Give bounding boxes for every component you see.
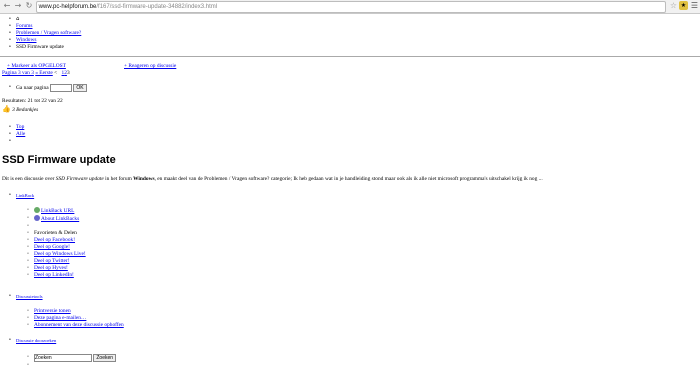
search-button[interactable]: Zoeken xyxy=(93,354,117,362)
share-windows-live-link[interactable]: Deel op Windows Live! xyxy=(34,251,86,257)
share-hyves-link[interactable]: Deel op Hyves! xyxy=(34,265,68,271)
back-arrow-icon[interactable]: ← xyxy=(2,1,12,11)
share-twitter-link[interactable]: Deel op Twitter! xyxy=(34,258,69,264)
page-of-link[interactable]: Pagina 3 van 3 xyxy=(2,70,34,76)
email-page-link[interactable]: Deze pagina e-mailen… xyxy=(34,315,86,321)
forward-arrow-icon[interactable]: → xyxy=(13,1,23,11)
extension-icon[interactable]: ★ xyxy=(679,1,688,10)
page-title: SSD Firmware update xyxy=(2,154,116,166)
results-count: Resultaten: 21 tot 22 van 22 xyxy=(2,98,63,104)
url-host: www.pc-helpforum.be xyxy=(38,4,97,10)
address-bar[interactable]: www.pc-helpforum.be/f167/ssd-firmware-up… xyxy=(36,1,666,13)
breadcrumb-windows[interactable]: Windows xyxy=(16,37,36,43)
thanks-label: 3 Bedankjes xyxy=(12,107,39,113)
intro-suffix: , en maakt deel van de Problemen / Vrage… xyxy=(154,176,543,182)
about-linkbacks-link[interactable]: About LinkBacks xyxy=(41,216,79,222)
respond-link[interactable]: + Reageren op discussie xyxy=(124,63,176,70)
prev-page-link[interactable]: < xyxy=(54,70,57,76)
pagination: Pagina 3 van 3 « Eerste < 123 xyxy=(2,70,70,77)
mark-solved-link[interactable]: + Markeer als OPGELOST xyxy=(7,63,66,70)
breadcrumb-forums[interactable]: Forums xyxy=(16,23,32,29)
share-linkedin-link[interactable]: Deel op LinkedIn! xyxy=(34,272,74,278)
print-version-link[interactable]: Printversie tonen xyxy=(34,308,71,314)
first-page-link[interactable]: « Eerste xyxy=(35,70,53,76)
bookmark-star-icon[interactable]: ☆ xyxy=(670,1,677,11)
discussion-tools-heading[interactable]: Discussietools xyxy=(16,294,43,299)
share-facebook-link[interactable]: Deel op Facebook! xyxy=(34,237,75,243)
page-current-3: 3 xyxy=(66,70,70,76)
linkback-section: LinkBack xyxy=(0,192,34,200)
browser-toolbar: ← → ↻ www.pc-helpforum.be/f167/ssd-firmw… xyxy=(0,0,700,14)
home-icon[interactable]: ⌂ xyxy=(16,16,19,22)
breadcrumb: ⌂ Forums Problemen / Vragen software? Wi… xyxy=(0,16,300,51)
thumbs-up-icon[interactable]: 👍 xyxy=(2,105,11,113)
intro-mid: in het forum xyxy=(103,176,134,182)
linkback-heading[interactable]: LinkBack xyxy=(16,193,34,198)
discussion-tools-section: Discussietools xyxy=(0,293,43,301)
share-google-link[interactable]: Deel op Google! xyxy=(34,244,70,250)
intro-prefix: Dit is een discussie over xyxy=(2,176,56,182)
search-heading[interactable]: Discussie doorzoeken xyxy=(16,338,56,343)
empty-list-item xyxy=(0,223,86,230)
reload-icon[interactable]: ↻ xyxy=(24,1,34,11)
goto-ok-button[interactable]: OK xyxy=(73,84,87,92)
view-top-link[interactable]: Top xyxy=(16,124,24,130)
breadcrumb-current: SSD Firmware update xyxy=(16,44,64,50)
divider xyxy=(0,56,700,57)
empty-list-item xyxy=(0,138,25,145)
search-list: Zoeken xyxy=(0,354,117,369)
search-section: Discussie doorzoeken xyxy=(0,337,56,345)
view-mode-list: Top Alle xyxy=(0,124,25,145)
thanks: 👍 3 Bedankjes xyxy=(2,106,38,114)
linkback-url-icon xyxy=(34,207,40,213)
empty-list-item xyxy=(0,362,116,369)
url-path: /f167/ssd-firmware-update-34882/index3.h… xyxy=(96,4,218,10)
favorites-label: Favorieten & Delen xyxy=(34,230,77,236)
breadcrumb-category[interactable]: Problemen / Vragen software? xyxy=(16,30,81,36)
intro-forum: Windows xyxy=(133,176,155,182)
about-linkbacks-icon xyxy=(34,215,40,221)
linkback-list: LinkBack URL About LinkBacks Favorieten … xyxy=(0,207,86,279)
intro-topic: SSD Firmware update xyxy=(55,176,104,182)
view-all-link[interactable]: Alle xyxy=(16,131,25,137)
goto-page-input[interactable] xyxy=(50,84,72,92)
breadcrumb-home[interactable]: ⌂ xyxy=(0,16,300,23)
goto-label: Ga naar pagina xyxy=(16,85,49,91)
topic-intro: Dit is een discussie over SSD Firmware u… xyxy=(2,176,692,183)
linkback-url-link[interactable]: LinkBack URL xyxy=(41,208,74,214)
goto-page: Ga naar pagina OK xyxy=(0,84,87,92)
unsubscribe-link[interactable]: Abonnement van deze discussie ophoffen xyxy=(34,322,124,328)
menu-icon[interactable]: ☰ xyxy=(691,1,698,11)
discussion-tools-list: Printversie tonen Deze pagina e-mailen… … xyxy=(0,308,124,329)
search-input[interactable] xyxy=(34,354,92,362)
